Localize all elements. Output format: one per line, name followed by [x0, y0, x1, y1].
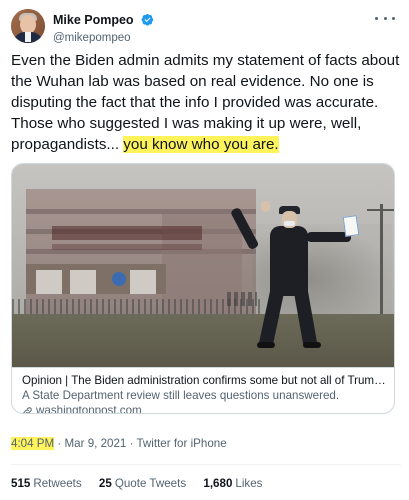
card-domain: washingtonpost.com [22, 404, 386, 414]
retweets-label: Retweets [33, 477, 82, 490]
divider [11, 464, 401, 465]
verified-badge-icon [141, 14, 154, 26]
tweet-time[interactable]: 4:04 PM [11, 437, 55, 450]
card-domain-text: washingtonpost.com [36, 404, 142, 414]
card-image[interactable] [12, 164, 394, 367]
link-icon [23, 406, 32, 413]
meta-separator: · [54, 437, 65, 450]
tweet-date[interactable]: Mar 9, 2021 [65, 437, 127, 450]
avatar[interactable] [11, 9, 45, 43]
card-info[interactable]: Opinion | The Biden administration confi… [12, 367, 394, 414]
likes-label: Likes [235, 477, 263, 490]
display-name[interactable]: Mike Pompeo [53, 13, 134, 27]
retweets-count: 515 [11, 477, 31, 490]
quotes-label: Quote Tweets [114, 477, 187, 490]
card-description: A State Department review still leaves q… [22, 389, 340, 402]
likes-count: 1,680 [203, 477, 233, 490]
tweet-text: Even the Biden admin admits my statement… [11, 50, 401, 155]
officer [270, 226, 308, 296]
quotes-count: 25 [98, 477, 112, 490]
tweet-meta: 4:04 PM · Mar 9, 2021 · Twitter for iPho… [11, 437, 227, 450]
more-options-icon[interactable] [375, 12, 395, 24]
card-title: Opinion | The Biden administration confi… [22, 374, 386, 387]
tweet-source[interactable]: Twitter for iPhone [136, 437, 226, 450]
author-info: Mike Pompeo @mikepompeo [53, 11, 154, 44]
tweet: Mike Pompeo @mikepompeo Even the Biden a… [0, 0, 409, 500]
tweet-text-highlight: you know who you are. [123, 136, 279, 153]
meta-separator: · [126, 437, 137, 450]
handle[interactable]: @mikepompeo [53, 32, 154, 44]
tweet-stats: 515 Retweets 25 Quote Tweets 1,680 Likes [11, 477, 276, 490]
likes-stat[interactable]: 1,680 Likes [203, 477, 262, 490]
quote-tweets-stat[interactable]: 25 Quote Tweets [99, 477, 186, 490]
link-card[interactable]: Opinion | The Biden administration confi… [11, 163, 395, 414]
retweets-stat[interactable]: 515 Retweets [11, 477, 82, 490]
